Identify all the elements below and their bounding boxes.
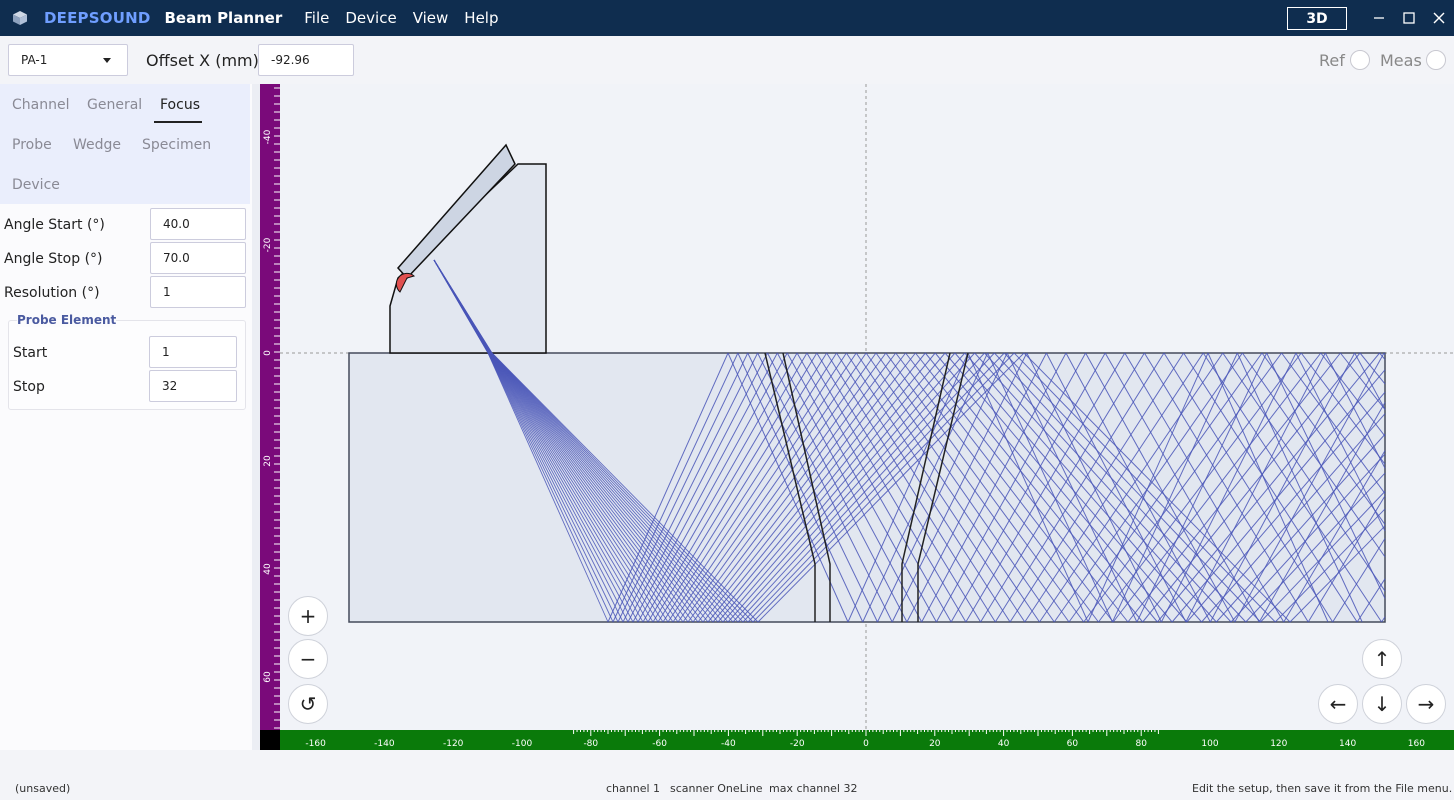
panel-splitter[interactable] [252, 84, 260, 750]
x-tick-label: -40 [721, 739, 736, 749]
ruler-corner [260, 730, 280, 750]
x-tick-label: -160 [305, 739, 326, 749]
app-title: Beam Planner [164, 9, 283, 27]
angle-stop-input[interactable]: 70.0 [150, 242, 246, 274]
element-start-label: Start [13, 345, 48, 361]
x-tick-label: 0 [863, 739, 869, 749]
element-stop-input[interactable]: 32 [149, 370, 237, 402]
x-tick-label: 40 [998, 739, 1010, 749]
x-tick-label: -20 [790, 739, 805, 749]
reset-view-button[interactable]: ↺ [288, 684, 328, 724]
status-channel: channel 1 [606, 782, 661, 795]
status-max-channel: max channel 32 [769, 782, 858, 795]
pan-right-button[interactable]: → [1406, 684, 1446, 724]
tab-focus[interactable]: Focus [160, 97, 200, 113]
menu-help[interactable]: Help [464, 9, 498, 27]
maximize-icon [1403, 12, 1415, 24]
settings-tabs: Channel General Focus Probe Wedge Specim… [0, 84, 250, 204]
tab-general[interactable]: General [87, 97, 142, 113]
view-3d-button[interactable]: 3D [1287, 7, 1347, 30]
x-tick-label: -100 [512, 739, 533, 749]
ref-radio[interactable] [1350, 50, 1370, 70]
angle-stop-label: Angle Stop (°) [4, 251, 103, 267]
close-icon [1433, 12, 1445, 24]
offset-x-input[interactable]: -92.96 [258, 44, 354, 76]
menu-device[interactable]: Device [345, 9, 396, 27]
brand-logo: DEEPSOUND [44, 9, 151, 27]
toolbar: PA-1 Offset X (mm) -92.96 Ref Meas [0, 36, 1454, 84]
y-tick-label: 60 [263, 671, 273, 683]
angle-start-label: Angle Start (°) [4, 217, 105, 233]
cube-icon [13, 11, 27, 25]
meas-radio[interactable] [1426, 50, 1446, 70]
probe-select[interactable]: PA-1 [8, 44, 128, 76]
title-bar: DEEPSOUND Beam Planner File Device View … [0, 0, 1454, 36]
status-hint: Edit the setup, then save it from the Fi… [1192, 782, 1453, 795]
x-tick-label: 140 [1339, 739, 1356, 749]
tab-wedge[interactable]: Wedge [73, 137, 121, 153]
x-tick-label: 120 [1270, 739, 1287, 749]
zoom-out-button[interactable]: − [288, 639, 328, 679]
x-tick-label: 100 [1201, 739, 1218, 749]
chevron-down-icon [103, 58, 111, 63]
x-tick-label: -140 [374, 739, 395, 749]
y-tick-label: 40 [263, 563, 273, 575]
y-tick-label: -40 [263, 129, 273, 144]
angle-start-input[interactable]: 40.0 [150, 208, 246, 240]
close-button[interactable] [1429, 8, 1449, 28]
active-tab-indicator [154, 121, 202, 123]
element-stop-label: Stop [13, 379, 45, 395]
tab-specimen[interactable]: Specimen [142, 137, 211, 153]
settings-panel: Channel General Focus Probe Wedge Specim… [0, 84, 252, 750]
y-tick-label: 20 [263, 455, 273, 467]
beam-scene[interactable]: -40 -20 0 20 40 60 -160 -140 -120 -100 -80 -60 -40 -… [260, 84, 1454, 750]
probe-element-title: Probe Element [17, 313, 117, 327]
minimize-icon [1374, 17, 1384, 19]
pan-up-button[interactable]: ↑ [1362, 639, 1402, 679]
menu-view[interactable]: View [413, 9, 449, 27]
element-start-input[interactable]: 1 [149, 336, 237, 368]
x-tick-label: 20 [929, 739, 941, 749]
x-tick-label: -60 [652, 739, 667, 749]
offset-x-label: Offset X (mm) [146, 51, 259, 70]
resolution-input[interactable]: 1 [150, 276, 246, 308]
probe-select-value: PA-1 [21, 53, 48, 67]
tab-device[interactable]: Device [12, 177, 60, 193]
x-tick-label: -120 [443, 739, 464, 749]
ref-label: Ref [1319, 51, 1345, 70]
resolution-label: Resolution (°) [4, 285, 100, 301]
pan-left-button[interactable]: ← [1318, 684, 1358, 724]
x-tick-label: 80 [1135, 739, 1147, 749]
x-tick-label: 60 [1067, 739, 1079, 749]
zoom-in-button[interactable]: + [288, 596, 328, 636]
pan-down-button[interactable]: ↓ [1362, 684, 1402, 724]
save-state: (unsaved) [15, 782, 71, 795]
y-tick-label: 0 [263, 350, 273, 356]
vertical-ruler [260, 84, 280, 730]
minimize-button[interactable] [1369, 8, 1389, 28]
x-tick-label: -80 [583, 739, 598, 749]
status-bar: (unsaved) channel 1 scanner OneLine max … [0, 776, 1454, 800]
tab-channel[interactable]: Channel [12, 97, 69, 113]
beam-canvas[interactable]: -40 -20 0 20 40 60 -160 -140 -120 -100 -80 -60 -40 -… [260, 84, 1454, 750]
tab-probe[interactable]: Probe [12, 137, 52, 153]
meas-label: Meas [1380, 51, 1422, 70]
maximize-button[interactable] [1399, 8, 1419, 28]
x-tick-label: 160 [1408, 739, 1425, 749]
y-tick-label: -20 [263, 237, 273, 252]
status-scanner: scanner OneLine [670, 782, 763, 795]
menu-file[interactable]: File [304, 9, 329, 27]
